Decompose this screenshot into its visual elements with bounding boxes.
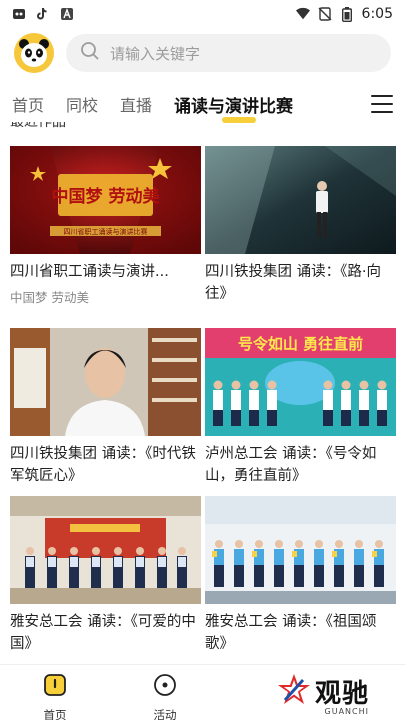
video-title: 四川省职工诵读与演讲... bbox=[10, 264, 169, 280]
video-card[interactable]: 雅安总工会 诵读：《可爱的中国》 bbox=[10, 496, 201, 655]
status-left-icons bbox=[12, 7, 74, 21]
home-icon bbox=[43, 673, 67, 701]
video-card[interactable]: 四川铁投集团 诵读：《时代铁军筑匠心》 bbox=[10, 328, 201, 487]
app-notification-icon bbox=[12, 7, 26, 21]
video-title: 四川铁投集团 诵读：《路·向往》 bbox=[205, 264, 381, 302]
star-logo-icon bbox=[277, 672, 311, 710]
section-title: 最近作品 bbox=[10, 122, 66, 130]
video-card[interactable]: 号令如山 勇往直前 泸州总工会 诵读：《号令如山，勇往直前》 bbox=[205, 328, 396, 487]
video-title: 雅安总工会 诵读：《可爱的中国》 bbox=[10, 614, 196, 652]
bottom-navigation: 首页 活动 观驰 GUANCHI bbox=[0, 664, 405, 720]
category-tabs: 首页 同校 直播 诵读与演讲比赛 bbox=[0, 84, 405, 124]
tab-live[interactable]: 直播 bbox=[120, 92, 152, 116]
brand-name: 观驰 bbox=[314, 678, 369, 709]
video-card[interactable]: 雅安总工会 诵读：《祖国颂歌》 bbox=[205, 496, 396, 655]
search-bar[interactable]: 请输入关键字 bbox=[66, 34, 391, 72]
tab-recitation-contest-label: 诵读与演讲比赛 bbox=[174, 96, 294, 117]
status-time: 6:05 bbox=[361, 6, 393, 22]
video-card[interactable]: 中国梦 劳动美 四川省职工诵读与演讲比赛 四川省职工诵读与演讲... 中国梦 劳… bbox=[10, 146, 201, 306]
header: 请输入关键字 bbox=[0, 30, 405, 76]
nav-home[interactable]: 首页 bbox=[0, 665, 110, 720]
nav-activity[interactable]: 活动 bbox=[110, 665, 220, 720]
thumb-headline: 中国梦 劳动美 bbox=[52, 186, 161, 207]
no-sim-icon bbox=[318, 7, 332, 21]
nav-home-label: 首页 bbox=[43, 708, 67, 720]
search-icon bbox=[80, 41, 100, 65]
video-thumbnail[interactable] bbox=[10, 496, 201, 604]
a-icon bbox=[60, 7, 74, 21]
video-subtitle: 中国梦 劳动美 bbox=[10, 290, 89, 305]
activity-icon bbox=[153, 673, 177, 701]
active-tab-underline bbox=[222, 116, 257, 123]
menu-icon[interactable] bbox=[371, 95, 393, 113]
video-title: 雅安总工会 诵读：《祖国颂歌》 bbox=[205, 614, 377, 652]
tab-same-school[interactable]: 同校 bbox=[66, 92, 98, 116]
status-bar: 6:05 bbox=[0, 0, 405, 28]
video-card[interactable]: 四川铁投集团 诵读：《路·向往》 bbox=[205, 146, 396, 305]
battery-icon bbox=[340, 6, 354, 22]
tab-recitation-contest[interactable]: 诵读与演讲比赛 bbox=[174, 92, 294, 123]
video-thumbnail[interactable]: 中国梦 劳动美 四川省职工诵读与演讲比赛 bbox=[10, 146, 201, 254]
video-thumbnail[interactable] bbox=[205, 146, 396, 254]
status-right-icons: 6:05 bbox=[295, 6, 393, 22]
video-thumbnail[interactable] bbox=[10, 328, 201, 436]
tab-home[interactable]: 首页 bbox=[12, 92, 44, 116]
panda-logo[interactable] bbox=[14, 33, 54, 73]
video-title: 四川铁投集团 诵读：《时代铁军筑匠心》 bbox=[10, 446, 196, 484]
brand-sub: GUANCHI bbox=[324, 707, 369, 716]
thumb-caption: 四川省职工诵读与演讲比赛 bbox=[64, 227, 148, 236]
search-input[interactable]: 请输入关键字 bbox=[110, 43, 200, 64]
brand-watermark: 观驰 GUANCHI bbox=[277, 672, 369, 716]
video-thumbnail[interactable]: 号令如山 勇往直前 bbox=[205, 328, 396, 436]
video-title: 泸州总工会 诵读：《号令如山，勇往直前》 bbox=[205, 446, 377, 484]
video-thumbnail[interactable] bbox=[205, 496, 396, 604]
nav-activity-label: 活动 bbox=[153, 708, 177, 720]
thumb-headline: 号令如山 勇往直前 bbox=[238, 335, 363, 353]
tiktok-icon bbox=[36, 7, 50, 21]
wifi-icon bbox=[295, 7, 310, 21]
